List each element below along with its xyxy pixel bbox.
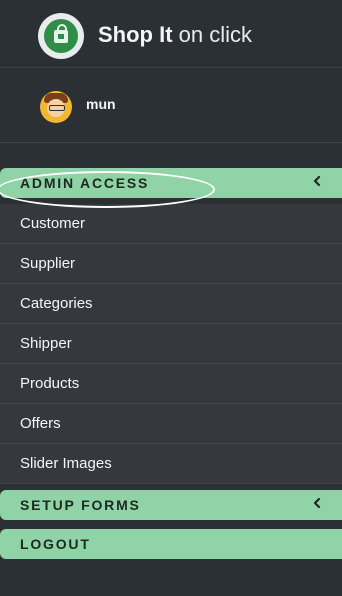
menu-item-label: Offers [20,415,61,432]
menu-item-products[interactable]: Products [0,364,342,404]
menu-item-label: Categories [20,295,93,312]
section-label: LOGOUT [20,536,91,552]
brand-name-bold: Shop It [98,22,173,47]
sidebar: Shop It on click mun ADMIN ACCESS Custom… [0,0,342,596]
section-setup-forms[interactable]: SETUP FORMS [0,490,342,520]
menu-item-label: Products [20,375,80,392]
menu-item-slider-images[interactable]: Slider Images [0,444,342,484]
highlight-circle-annotation [0,171,215,208]
user-name: mun [86,96,116,112]
section-logout[interactable]: LOGOUT [0,529,342,559]
brand-header[interactable]: Shop It on click [0,0,342,68]
menu-item-label: Customer [20,215,86,232]
brand-name: Shop It on click [98,22,252,48]
shopping-bag-logo-icon [38,13,84,59]
chevron-left-icon [312,176,322,186]
user-avatar [40,91,72,123]
menu-item-offers[interactable]: Offers [0,404,342,444]
chevron-left-icon [312,498,322,508]
user-panel[interactable]: mun [0,68,342,143]
admin-access-menu: Customer Supplier Categories Shipper Pro… [0,204,342,484]
menu-item-customer[interactable]: Customer [0,204,342,244]
menu-item-categories[interactable]: Categories [0,284,342,324]
menu-item-shipper[interactable]: Shipper [0,324,342,364]
section-label: SETUP FORMS [20,497,141,513]
brand-name-light: on click [178,22,253,47]
menu-item-label: Slider Images [20,455,112,472]
menu-item-label: Supplier [20,255,76,272]
menu-item-label: Shipper [20,335,72,352]
menu-item-supplier[interactable]: Supplier [0,244,342,284]
